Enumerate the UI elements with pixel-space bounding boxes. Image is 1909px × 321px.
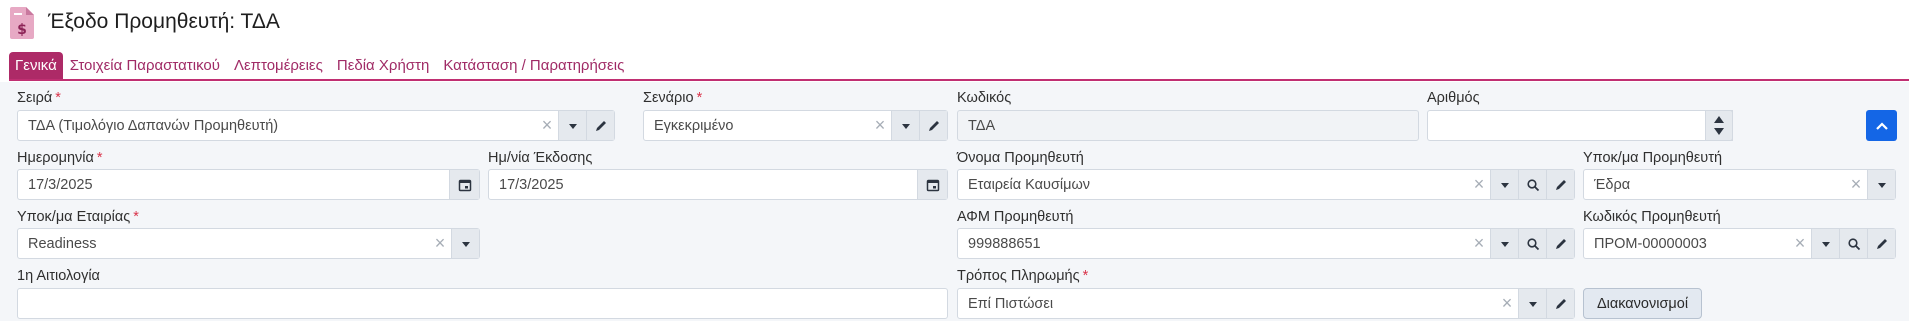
edit-icon[interactable] [1546, 289, 1574, 318]
supplier-name-field[interactable]: Εταιρεία Καυσίμων × [957, 169, 1575, 200]
date-field[interactable]: 17/3/2025 [17, 169, 480, 200]
clear-icon[interactable]: × [429, 233, 451, 254]
supplier-name-label: Όνομα Προμηθευτή [957, 150, 1084, 166]
chevron-down-icon[interactable] [891, 111, 919, 140]
payment-method-field[interactable]: Επί Πιστώσει × [957, 288, 1575, 319]
edit-icon[interactable] [919, 111, 947, 140]
chevron-down-icon[interactable] [1490, 170, 1518, 199]
date-label: Ημερομηνία * [17, 150, 103, 166]
series-value: ΤΔΑ (Τιμολόγιο Δαπανών Προμηθευτή) [28, 117, 279, 134]
clear-icon[interactable]: × [1468, 233, 1490, 254]
supplier-code-field[interactable]: ΠΡΟΜ-00000003 × [1583, 228, 1896, 259]
search-icon[interactable] [1518, 170, 1546, 199]
svg-text:$: $ [17, 22, 27, 38]
edit-icon[interactable] [1867, 229, 1895, 258]
reason-label: 1η Αιτιολογία [17, 268, 100, 284]
series-field[interactable]: ΤΔΑ (Τιμολόγιο Δαπανών Προμηθευτή) × [17, 110, 615, 141]
calendar-icon[interactable] [449, 170, 479, 199]
code-field: ΤΔΑ [957, 110, 1419, 141]
reason-field[interactable] [17, 288, 948, 319]
settlements-button[interactable]: Διακανονισμοί [1583, 288, 1702, 319]
edit-icon[interactable] [1546, 170, 1574, 199]
scenario-field[interactable]: Εγκεκριμένο × [643, 110, 948, 141]
chevron-down-icon[interactable] [1490, 229, 1518, 258]
code-label: Κωδικός [957, 90, 1012, 106]
edit-icon[interactable] [586, 111, 614, 140]
invoice-dollar-icon: $ [9, 6, 35, 40]
number-label: Αριθμός [1427, 90, 1480, 106]
scenario-value: Εγκεκριμένο [654, 117, 734, 134]
company-branch-label: Υποκ/μα Εταιρίας * [17, 209, 139, 225]
tab-underline [9, 79, 1909, 81]
tab-user-fields[interactable]: Πεδία Χρήστη [330, 52, 436, 79]
calendar-icon[interactable] [917, 170, 947, 199]
chevron-down-icon[interactable] [1867, 170, 1895, 199]
issue-date-label: Ημ/νία Έκδοσης [488, 150, 593, 166]
collapse-button[interactable] [1866, 110, 1897, 141]
number-stepper[interactable] [1705, 110, 1733, 141]
payment-method-label: Τρόπος Πληρωμής * [957, 268, 1089, 284]
supplier-vat-field[interactable]: 999888651 × [957, 228, 1575, 259]
clear-icon[interactable]: × [1496, 293, 1518, 314]
stepper-up-icon [1714, 115, 1724, 123]
supplier-vat-label: ΑΦΜ Προμηθευτή [957, 209, 1074, 225]
tab-details[interactable]: Λεπτομέρειες [227, 52, 330, 79]
supplier-code-label: Κωδικός Προμηθευτή [1583, 209, 1721, 225]
payment-method-value: Επί Πιστώσει [968, 295, 1054, 312]
clear-icon[interactable]: × [869, 115, 891, 136]
chevron-up-icon [1875, 121, 1888, 130]
company-branch-value: Readiness [28, 235, 97, 252]
tab-general[interactable]: Γενικά [9, 52, 63, 79]
chevron-down-icon[interactable] [1811, 229, 1839, 258]
edit-icon[interactable] [1546, 229, 1574, 258]
tab-bar: Γενικά Στοιχεία Παραστατικού Λεπτομέρειε… [9, 52, 631, 79]
chevron-down-icon[interactable] [558, 111, 586, 140]
supplier-name-value: Εταιρεία Καυσίμων [968, 176, 1091, 193]
number-field[interactable] [1427, 110, 1733, 141]
company-branch-field[interactable]: Readiness × [17, 228, 480, 259]
code-value: ΤΔΑ [968, 117, 996, 134]
date-value: 17/3/2025 [28, 176, 93, 193]
clear-icon[interactable]: × [1845, 174, 1867, 195]
search-icon[interactable] [1518, 229, 1546, 258]
clear-icon[interactable]: × [1468, 174, 1490, 195]
supplier-branch-label: Υποκ/μα Προμηθευτή [1583, 150, 1723, 166]
supplier-code-value: ΠΡΟΜ-00000003 [1594, 235, 1707, 252]
series-label: Σειρά * [17, 90, 61, 106]
clear-icon[interactable]: × [1789, 233, 1811, 254]
supplier-vat-value: 999888651 [968, 235, 1041, 252]
page-title: Έξοδο Προμηθευτή: ΤΔΑ [48, 10, 280, 33]
chevron-down-icon[interactable] [1518, 289, 1546, 318]
supplier-branch-field[interactable]: Έδρα × [1583, 169, 1896, 200]
search-icon[interactable] [1839, 229, 1867, 258]
issue-date-field[interactable]: 17/3/2025 [488, 169, 948, 200]
chevron-down-icon[interactable] [451, 229, 479, 258]
scenario-label: Σενάριο * [643, 90, 703, 106]
tab-document-details[interactable]: Στοιχεία Παραστατικού [63, 52, 227, 79]
stepper-down-icon [1714, 128, 1724, 136]
issue-date-value: 17/3/2025 [499, 176, 564, 193]
clear-icon[interactable]: × [536, 115, 558, 136]
tab-status-notes[interactable]: Κατάσταση / Παρατηρήσεις [436, 52, 631, 79]
supplier-branch-value: Έδρα [1594, 176, 1631, 193]
